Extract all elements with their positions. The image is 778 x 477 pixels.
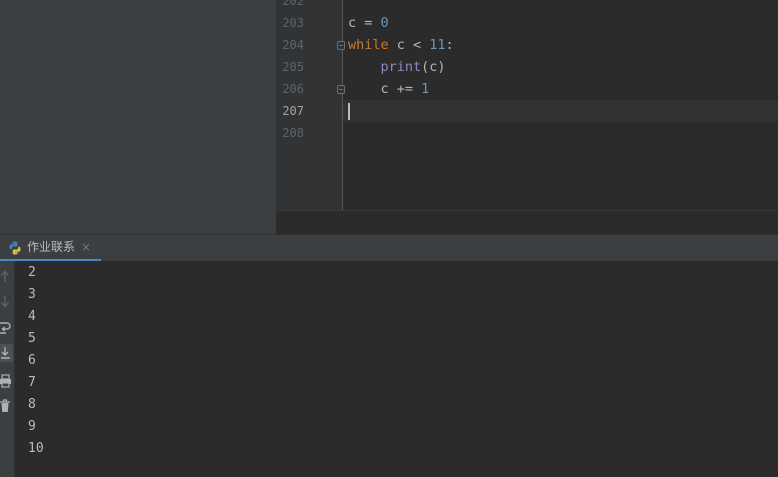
output-line: 9 xyxy=(28,419,36,434)
output-line: 8 xyxy=(28,397,36,412)
code-line-205[interactable]: print(c) xyxy=(348,56,446,78)
output-line: 5 xyxy=(28,331,36,346)
code-number: 11 xyxy=(429,37,446,53)
line-number-current: 207 xyxy=(282,104,304,118)
line-number: 208 xyxy=(282,126,304,140)
code-line-206[interactable]: c += 1 xyxy=(348,78,430,100)
run-tab-label: 作业联系 xyxy=(27,240,76,254)
project-panel xyxy=(0,0,276,234)
scroll-to-end-icon[interactable] xyxy=(0,344,13,362)
code-token: = xyxy=(356,15,381,31)
line-number: 204 xyxy=(282,38,304,52)
code-number: 1 xyxy=(421,81,430,97)
code-editor[interactable]: 202 203 204 205 206 207 208 c = 0 while … xyxy=(276,0,778,234)
output-line: 2 xyxy=(28,265,36,280)
text-caret xyxy=(348,103,350,120)
output-line: 6 xyxy=(28,353,36,368)
run-tab[interactable]: 作业联系 × xyxy=(0,235,101,262)
line-number: 203 xyxy=(282,16,304,30)
code-token: (c) xyxy=(421,59,446,75)
trash-icon[interactable] xyxy=(0,397,13,415)
gutter-divider xyxy=(342,0,343,210)
output-line: 4 xyxy=(28,309,36,324)
soft-wrap-icon[interactable] xyxy=(0,319,13,337)
output-line: 10 xyxy=(28,441,44,456)
run-toolbar xyxy=(0,261,15,477)
arrow-down-icon[interactable] xyxy=(0,293,13,311)
current-line-highlight xyxy=(343,100,778,122)
console-output[interactable]: 2 3 4 5 6 7 8 9 10 xyxy=(15,261,778,477)
line-number: 206 xyxy=(282,82,304,96)
line-number: 202 xyxy=(282,0,304,8)
code-builtin: print xyxy=(380,59,422,75)
print-icon[interactable] xyxy=(0,372,13,390)
code-token: c += xyxy=(348,81,422,97)
code-keyword: while xyxy=(348,37,389,53)
code-token: c < xyxy=(388,37,430,53)
fold-close-icon[interactable] xyxy=(337,85,345,94)
code-line-204[interactable]: while c < 11: xyxy=(348,34,454,56)
python-icon xyxy=(9,241,21,255)
arrow-up-icon[interactable] xyxy=(0,267,13,285)
code-number: 0 xyxy=(380,15,389,31)
close-icon[interactable]: × xyxy=(81,239,91,256)
output-line: 7 xyxy=(28,375,36,390)
fold-open-icon[interactable] xyxy=(337,41,345,50)
line-number: 205 xyxy=(282,60,304,74)
code-line-203[interactable]: c = 0 xyxy=(348,12,389,34)
code-token: : xyxy=(445,37,454,53)
editor-bottom-area xyxy=(276,210,778,234)
output-line: 3 xyxy=(28,287,36,302)
run-tool-window-header: 作业联系 × xyxy=(0,234,778,262)
code-token: c xyxy=(348,15,357,31)
